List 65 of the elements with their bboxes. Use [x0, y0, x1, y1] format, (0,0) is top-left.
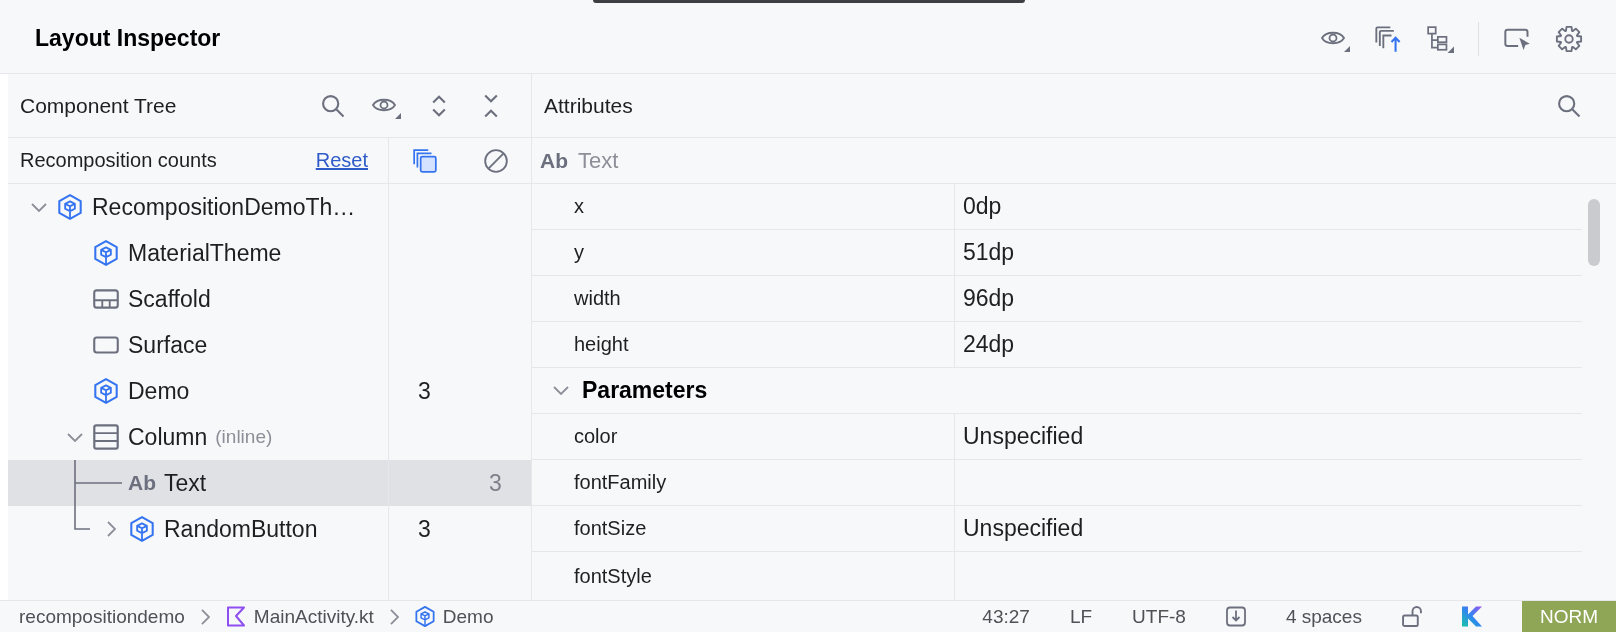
line-separator[interactable]: LF	[1069, 605, 1093, 628]
attribute-name: y	[532, 230, 955, 275]
tree-item[interactable]: RandomButton	[8, 506, 388, 552]
section-header[interactable]: Parameters	[532, 368, 1582, 414]
selected-node-name: Text	[578, 147, 619, 174]
breadcrumb[interactable]: recompositiondemo	[19, 605, 185, 628]
k-logo-icon[interactable]	[1461, 606, 1482, 627]
window-title: Layout Inspector	[35, 25, 221, 52]
chevron-right-icon[interactable]	[106, 521, 116, 537]
file-encoding[interactable]: UTF-8	[1132, 605, 1186, 628]
prohibited-icon[interactable]	[482, 147, 509, 174]
tree-item[interactable]: MaterialTheme	[8, 230, 388, 276]
attribute-value: Unspecified	[962, 422, 1085, 451]
attribute-name: fontFamily	[532, 460, 955, 505]
tree-item[interactable]: Ab Text	[8, 460, 388, 506]
attribute-value: 0dp	[962, 192, 1003, 221]
panel-title: Attributes	[544, 93, 633, 118]
attribute-name: width	[532, 276, 955, 321]
attribute-name: x	[532, 184, 955, 229]
scaffold-layout-icon	[93, 286, 119, 312]
recomposition-count: 3	[388, 368, 460, 414]
skip-count: 3	[460, 460, 531, 506]
reset-link[interactable]: Reset	[315, 149, 368, 172]
attribute-name: fontStyle	[532, 552, 955, 600]
highlight-layers-icon[interactable]	[411, 147, 438, 174]
attribute-value: 24dp	[962, 330, 1016, 359]
lock-icon[interactable]	[1401, 606, 1422, 627]
column-layout-icon	[93, 424, 119, 450]
chevron-down-icon	[553, 386, 569, 395]
tree-item[interactable]: Column (inline)	[8, 414, 388, 460]
indent-setting[interactable]: 4 spaces	[1285, 605, 1362, 628]
recomposition-count: 3	[388, 506, 460, 552]
attribute-value: Unspecified	[962, 514, 1085, 543]
attribute-name: color	[532, 414, 955, 459]
cube-icon	[93, 378, 119, 404]
file-flag-icon	[225, 606, 246, 627]
hierarchy-dropdown-icon[interactable]	[1426, 24, 1454, 53]
tree-item-note: (inline)	[215, 426, 273, 448]
attribute-value: 96dp	[962, 284, 1016, 313]
counts-label: Recomposition counts	[20, 149, 217, 172]
cube-icon	[57, 194, 83, 220]
tree-item[interactable]: RecompositionDemoTh…	[8, 184, 388, 230]
settings-icon[interactable]	[1555, 24, 1583, 53]
scrollbar-thumb[interactable]	[1588, 199, 1600, 266]
text-type-glyph: Ab	[540, 148, 568, 173]
cube-icon	[93, 240, 119, 266]
cube-icon	[129, 516, 155, 542]
breadcrumb[interactable]: Demo	[414, 605, 494, 628]
breadcrumb[interactable]: MainActivity.kt	[225, 605, 374, 628]
layers-upload-icon[interactable]	[1374, 24, 1402, 53]
chevron-down-icon[interactable]	[31, 202, 47, 212]
attribute-value: 51dp	[962, 238, 1016, 267]
attribute-name: height	[532, 322, 955, 367]
text-type-glyph: Ab	[128, 471, 156, 495]
attribute-name: fontSize	[532, 506, 955, 551]
arrow-box-icon[interactable]	[1225, 606, 1246, 627]
panel-title: Component Tree	[20, 93, 177, 118]
chevron-down-icon[interactable]	[67, 432, 83, 442]
tree-item[interactable]: Surface	[8, 322, 388, 368]
tree-item[interactable]: Scaffold	[8, 276, 388, 322]
caret-position[interactable]: 43:27	[982, 605, 1030, 628]
cube-icon	[414, 606, 435, 627]
chevron-right-icon	[389, 608, 399, 625]
tree-item[interactable]: Demo	[8, 368, 388, 414]
chevron-right-icon	[200, 608, 210, 625]
